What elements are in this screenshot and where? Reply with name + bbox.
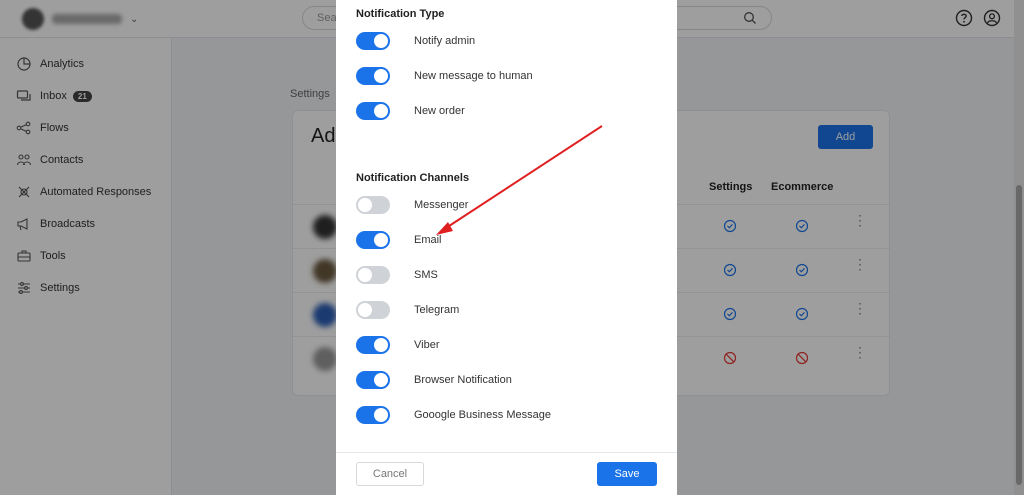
- telegram-toggle[interactable]: [356, 301, 390, 319]
- toggle-label: Viber: [414, 339, 440, 351]
- cancel-button[interactable]: Cancel: [356, 462, 424, 486]
- google-business-message-toggle[interactable]: [356, 406, 390, 424]
- toggle-knob: [374, 34, 388, 48]
- toggle-knob: [374, 373, 388, 387]
- viber-toggle[interactable]: [356, 336, 390, 354]
- toggle-row-google-business-message: Gooogle Business Message: [356, 406, 656, 428]
- toggle-knob: [374, 233, 388, 247]
- notification-channels-heading: Notification Channels: [356, 172, 470, 184]
- toggle-knob: [374, 104, 388, 118]
- toggle-label: Messenger: [414, 199, 469, 211]
- toggle-knob: [374, 69, 388, 83]
- new-message-to-human-toggle[interactable]: [356, 67, 390, 85]
- toggle-row-telegram: Telegram: [356, 301, 656, 323]
- toggle-label: Telegram: [414, 304, 460, 316]
- toggle-label: Browser Notification: [414, 374, 512, 386]
- toggle-row-new-order: New order: [356, 102, 656, 124]
- toggle-row-new-message-to-human: New message to human: [356, 67, 656, 89]
- toggle-row-notify-admin: Notify admin: [356, 32, 656, 54]
- toggle-label: New message to human: [414, 70, 533, 82]
- toggle-row-sms: SMS: [356, 266, 656, 288]
- browser-notification-toggle[interactable]: [356, 371, 390, 389]
- email-toggle[interactable]: [356, 231, 390, 249]
- toggle-knob: [374, 338, 388, 352]
- toggle-label: SMS: [414, 269, 438, 281]
- toggle-label: New order: [414, 105, 465, 117]
- toggle-row-browser-notification: Browser Notification: [356, 371, 656, 393]
- toggle-row-viber: Viber: [356, 336, 656, 358]
- sms-toggle[interactable]: [356, 266, 390, 284]
- toggle-label: Gooogle Business Message: [414, 409, 551, 421]
- toggle-label: Email: [414, 234, 442, 246]
- toggle-knob: [358, 268, 372, 282]
- notification-type-heading: Notification Type: [356, 8, 445, 20]
- toggle-knob: [358, 198, 372, 212]
- notification-settings-modal: Notification Type Notify admin New messa…: [336, 0, 677, 495]
- new-order-toggle[interactable]: [356, 102, 390, 120]
- save-button[interactable]: Save: [597, 462, 657, 486]
- messenger-toggle[interactable]: [356, 196, 390, 214]
- toggle-label: Notify admin: [414, 35, 476, 47]
- toggle-knob: [374, 408, 388, 422]
- toggle-knob: [358, 303, 372, 317]
- toggle-row-messenger: Messenger: [356, 196, 656, 218]
- modal-footer-divider: [336, 452, 677, 453]
- notify-admin-toggle[interactable]: [356, 32, 390, 50]
- toggle-row-email: Email: [356, 231, 656, 253]
